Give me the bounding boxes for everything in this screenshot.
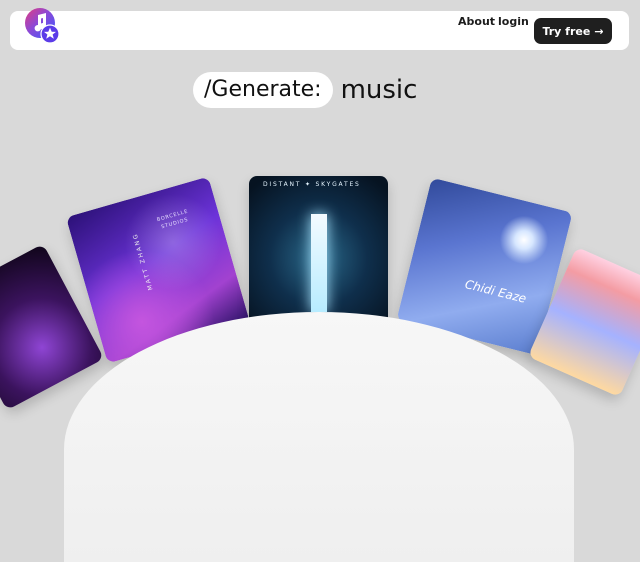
nav-about-link[interactable]: About	[458, 15, 495, 28]
card-skygates-title: DISTANT ✦ SKYGATES	[263, 181, 361, 188]
light-beam	[311, 214, 327, 312]
generate-pill: /Generate:	[193, 72, 333, 108]
card-borcelle-title: BORCELLE STUDIOS	[156, 208, 190, 231]
hero-word: music	[340, 75, 418, 105]
card-borcelle-side-text: MATT ZHANG	[131, 231, 155, 292]
nav-login-link[interactable]: login	[498, 15, 529, 28]
try-free-label: Try free	[542, 24, 591, 38]
arrow-right-icon: →	[594, 24, 604, 38]
album-card-distant-skygates[interactable]: DISTANT ✦ SKYGATES	[249, 176, 388, 325]
hero-headline: /Generate: music	[193, 72, 417, 108]
card-blue-script: Chidi Eaze	[463, 277, 528, 306]
music-star-logo[interactable]	[20, 5, 60, 45]
try-free-button[interactable]: Try free →	[534, 18, 612, 44]
